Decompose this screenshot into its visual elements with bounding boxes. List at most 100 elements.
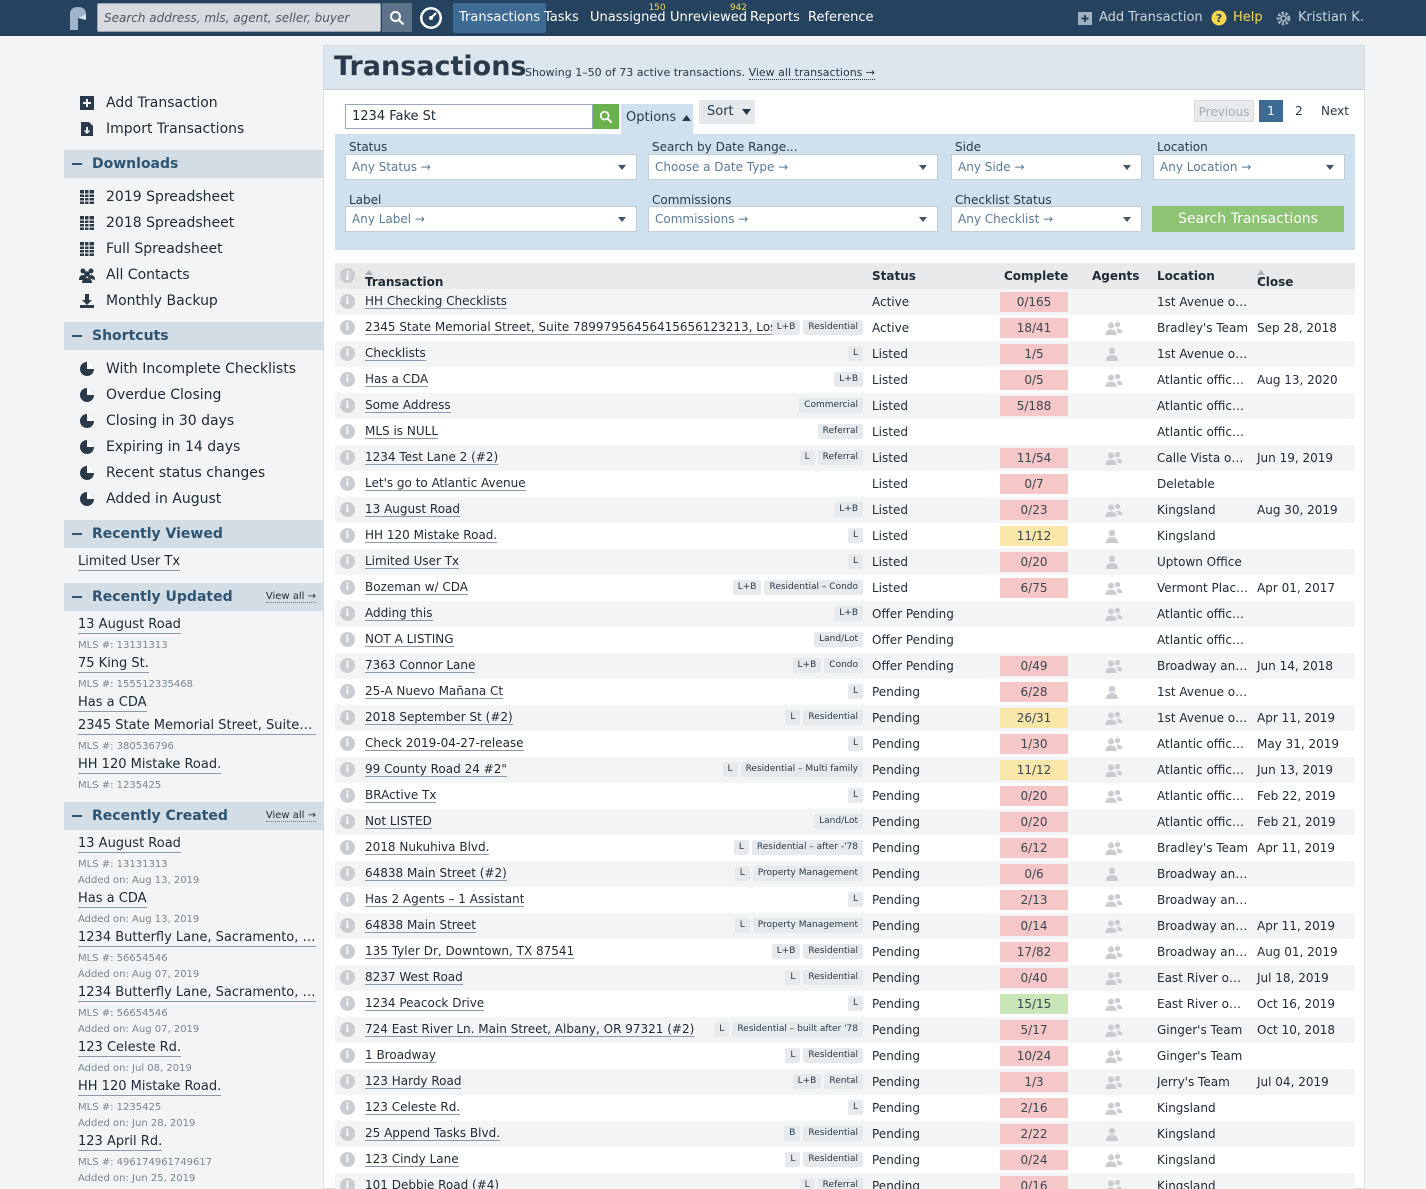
checklist-progress[interactable]: 0/20 — [1000, 786, 1068, 806]
transaction-link[interactable]: Adding this — [365, 607, 433, 621]
agents-group-icon[interactable] — [1105, 1023, 1123, 1037]
checklist-progress[interactable]: 0/14 — [1000, 916, 1068, 936]
agents-group-icon[interactable] — [1105, 581, 1123, 595]
table-row[interactable]: i Has 2 Agents – 1 Assistant L Pending 2/13 B… — [335, 887, 1355, 913]
info-icon[interactable]: i — [340, 1048, 355, 1063]
sort-dropdown[interactable]: Sort — [699, 100, 755, 124]
nav-unassigned[interactable]: Unassigned 150 — [584, 0, 672, 36]
table-row[interactable]: i 99 County Road 24 #2" L Residential – Mul… — [335, 757, 1355, 783]
agents-group-icon[interactable] — [1105, 893, 1123, 907]
shortcuts-header[interactable]: Shortcuts — [64, 322, 324, 350]
agents-group-icon[interactable] — [1105, 763, 1123, 777]
info-icon[interactable]: i — [340, 814, 355, 829]
table-row[interactable]: i Some Address Commercial Listed 5/188 Atlant… — [335, 393, 1355, 419]
table-row[interactable]: i 8237 West Road L Residential Pending 0/40 Ea… — [335, 965, 1355, 991]
list-item-link[interactable]: Has a CDA — [78, 891, 147, 908]
agents-group-icon[interactable] — [1105, 321, 1123, 335]
global-search-button[interactable] — [382, 3, 412, 32]
checklist-progress[interactable]: 0/23 — [1000, 500, 1068, 520]
agents-group-icon[interactable] — [1105, 919, 1123, 933]
info-icon[interactable]: i — [340, 1074, 355, 1089]
info-icon[interactable]: i — [340, 710, 355, 725]
recently-created-header[interactable]: Recently Created View all → — [64, 802, 324, 830]
checklist-progress[interactable]: 11/54 — [1000, 448, 1068, 468]
transaction-link[interactable]: Has 2 Agents – 1 Assistant — [365, 893, 525, 907]
transaction-link[interactable]: 8237 West Road — [365, 971, 463, 985]
agents-group-icon[interactable] — [1105, 1075, 1123, 1089]
checklist-progress[interactable]: 0/165 — [1000, 292, 1068, 312]
sidebar-shortcut-4[interactable]: Recent status changes — [64, 460, 324, 486]
checklist-progress[interactable]: 18/41 — [1000, 318, 1068, 338]
checklist-progress[interactable]: 0/7 — [1000, 474, 1068, 494]
agent-icon[interactable] — [1105, 867, 1123, 881]
agent-icon[interactable] — [1105, 347, 1123, 361]
view-all-transactions-link[interactable]: View all transactions → — [748, 66, 876, 80]
table-row[interactable]: i 101 Debbie Road (#4) L Referral Pending 0/1… — [335, 1173, 1355, 1189]
checklist-progress[interactable]: 15/15 — [1000, 994, 1068, 1014]
transaction-link[interactable]: Check 2019-04-27-release — [365, 737, 524, 751]
table-row[interactable]: i 1234 Test Lane 2 (#2) L Referral Listed 11/… — [335, 445, 1355, 471]
recently-created-view-all[interactable]: View all → — [265, 810, 316, 822]
sidebar-download-4[interactable]: Monthly Backup — [64, 288, 324, 314]
info-icon[interactable]: i — [340, 996, 355, 1011]
checklist-progress[interactable]: 2/13 — [1000, 890, 1068, 910]
table-row[interactable]: i 13 August Road L+B Listed 0/23 Kingsland Aug… — [335, 497, 1355, 523]
table-row[interactable]: i 25-A Nuevo Mañana Ct L Pending 6/28 1st Ave… — [335, 679, 1355, 705]
date-type-filter-select[interactable]: Choose a Date Type → — [648, 154, 938, 180]
table-row[interactable]: i 135 Tyler Dr, Downtown, TX 87541 L+B Resi… — [335, 939, 1355, 965]
transaction-link[interactable]: 64838 Main Street (#2) — [365, 867, 507, 881]
checklist-progress[interactable]: 2/22 — [1000, 1124, 1068, 1144]
agents-group-icon[interactable] — [1105, 711, 1123, 725]
info-icon[interactable]: i — [340, 502, 355, 517]
info-icon[interactable]: i — [340, 294, 355, 309]
table-row[interactable]: i MLS is NULL Referral Listed Atlantic offic… — [335, 419, 1355, 445]
transaction-link[interactable]: 1234 Test Lane 2 (#2) — [365, 451, 499, 465]
recently-updated-view-all[interactable]: View all → — [265, 591, 316, 603]
info-icon[interactable]: i — [340, 554, 355, 569]
list-item-link[interactable]: 123 Celeste Rd. — [78, 1040, 182, 1057]
table-row[interactable]: i 64838 Main Street (#2) L Property Managem… — [335, 861, 1355, 887]
agent-icon[interactable] — [1105, 1127, 1123, 1141]
label-filter-select[interactable]: Any Label → — [345, 206, 637, 232]
checklist-progress[interactable]: 0/20 — [1000, 812, 1068, 832]
app-logo-icon[interactable] — [64, 4, 92, 32]
list-item-link[interactable]: 1234 Butterfly Lane, Sacramento, CA — [78, 985, 316, 1002]
agents-group-icon[interactable] — [1105, 945, 1123, 959]
list-item-link[interactable]: Limited User Tx — [78, 554, 181, 571]
checklist-progress[interactable]: 6/12 — [1000, 838, 1068, 858]
info-icon[interactable]: i — [340, 528, 355, 543]
checklist-progress[interactable]: 11/12 — [1000, 526, 1068, 546]
info-icon[interactable]: i — [340, 1100, 355, 1115]
list-item-link[interactable]: 13 August Road — [78, 617, 181, 634]
options-toggle[interactable]: Options — [621, 104, 693, 134]
nav-reports[interactable]: Reports — [744, 0, 806, 36]
info-icon[interactable]: i — [340, 944, 355, 959]
agents-group-icon[interactable] — [1105, 1049, 1123, 1063]
transaction-link[interactable]: 123 Celeste Rd. — [365, 1101, 461, 1115]
recently-viewed-header[interactable]: Recently Viewed — [64, 520, 324, 548]
info-icon[interactable]: i — [340, 840, 355, 855]
agents-group-icon[interactable] — [1105, 971, 1123, 985]
table-row[interactable]: i 123 Cindy Lane L Residential Pending 0/24 Ki… — [335, 1147, 1355, 1173]
list-item-link[interactable]: Has a CDA — [78, 695, 147, 712]
list-item-link[interactable]: HH 120 Mistake Road. — [78, 1079, 222, 1096]
agents-group-icon[interactable] — [1105, 1101, 1123, 1115]
agents-group-icon[interactable] — [1105, 997, 1123, 1011]
transaction-link[interactable]: 25 Append Tasks Blvd. — [365, 1127, 501, 1141]
checklist-progress[interactable]: 6/75 — [1000, 578, 1068, 598]
table-row[interactable]: i 1234 Peacock Drive L Pending 15/15 East Riv… — [335, 991, 1355, 1017]
transaction-link[interactable]: 13 August Road — [365, 503, 461, 517]
info-icon[interactable]: i — [340, 372, 355, 387]
transaction-link[interactable]: 7363 Connor Lane — [365, 659, 476, 673]
info-icon[interactable]: i — [340, 424, 355, 439]
next-page-button[interactable]: Next — [1315, 100, 1355, 122]
sidebar-shortcut-2[interactable]: Closing in 30 days — [64, 408, 324, 434]
agent-icon[interactable] — [1105, 529, 1123, 543]
nav-user-menu[interactable]: Kristian K. — [1275, 0, 1364, 36]
transaction-link[interactable]: 724 East River Ln. Main Street, Albany, … — [365, 1023, 695, 1037]
checklist-progress[interactable]: 2/16 — [1000, 1098, 1068, 1118]
table-row[interactable]: i NOT A LISTING Land/Lot Offer Pending Atlan… — [335, 627, 1355, 653]
checklist-progress[interactable]: 0/5 — [1000, 370, 1068, 390]
table-row[interactable]: i Bozeman w/ CDA L+B Residential – Condo Lis… — [335, 575, 1355, 601]
table-row[interactable]: i HH 120 Mistake Road. L Listed 11/12 Kingsla… — [335, 523, 1355, 549]
